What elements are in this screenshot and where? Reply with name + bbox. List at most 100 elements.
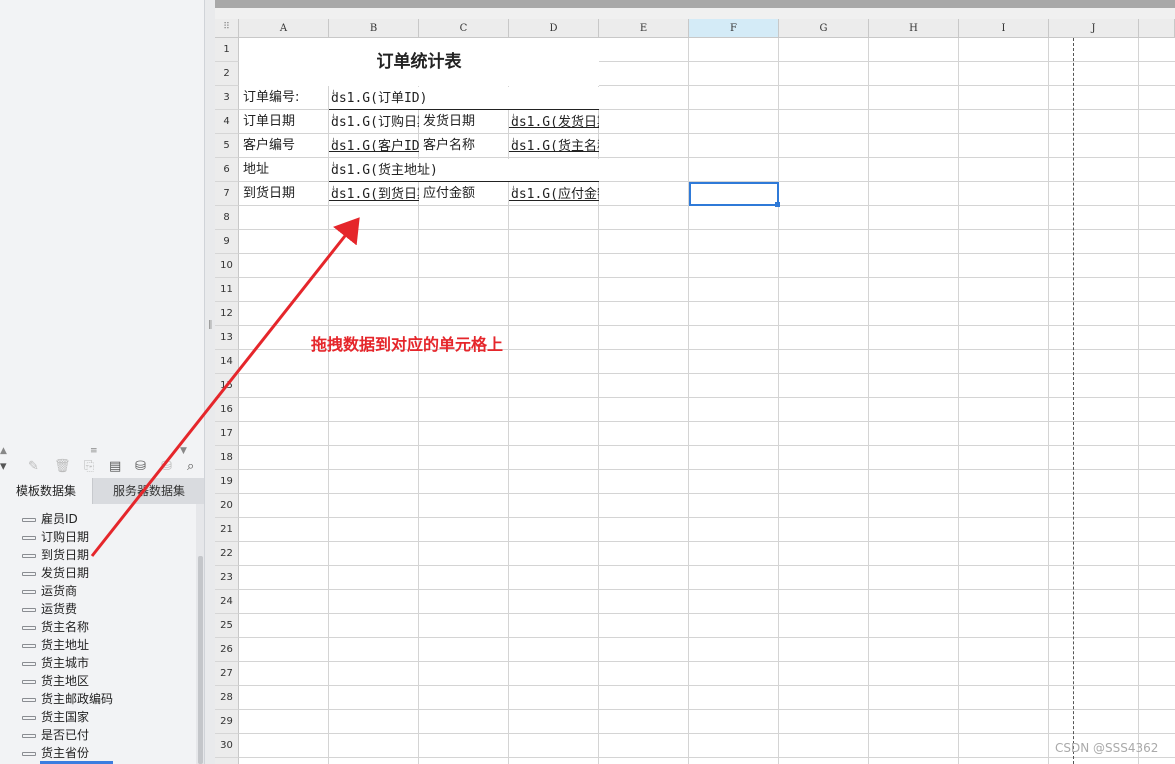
row-header-20[interactable]: 20 <box>215 494 239 518</box>
spreadsheet[interactable]: ⠿ A B C D E F G H I J 1 2 3 4 5 6 7 8 9 10 11 12 13 1… <box>215 19 1175 764</box>
list-item[interactable]: 货主名称 <box>22 618 89 636</box>
row-header-15[interactable]: 15 <box>215 374 239 398</box>
field-icon <box>22 679 36 684</box>
formula-cell-arrival-date[interactable]: ↓ds1.G(到货日期) <box>331 182 419 205</box>
row-header-10[interactable]: 10 <box>215 254 239 278</box>
vertical-splitter[interactable]: ‖ <box>204 0 215 764</box>
fill-handle[interactable] <box>775 202 780 207</box>
formula-cell-order-date[interactable]: ↓ds1.G(订购日期) <box>331 110 419 133</box>
collapse-down-icon[interactable]: ▼ <box>180 446 187 456</box>
column-header-d[interactable]: D <box>509 19 599 38</box>
formula-cell-customer-id[interactable]: ↓ ds1.G(客户ID) <box>331 134 419 157</box>
column-header-f[interactable]: F <box>689 19 779 38</box>
grid-column-line <box>1138 38 1139 764</box>
row-header-6[interactable]: 6 <box>215 158 239 182</box>
grid-row-line <box>239 373 1175 374</box>
scrollbar-thumb[interactable] <box>198 556 203 764</box>
row-header-31[interactable]: 31 <box>215 758 239 764</box>
tab-template-dataset[interactable]: 模板数据集 <box>0 478 92 504</box>
row-header-29[interactable]: 29 <box>215 710 239 734</box>
list-item[interactable]: 货主地址 <box>22 636 89 654</box>
grid-row-line <box>239 325 1175 326</box>
row-header-22[interactable]: 22 <box>215 542 239 566</box>
cell-border <box>509 151 599 152</box>
row-header-27[interactable]: 27 <box>215 662 239 686</box>
field-icon <box>22 751 36 756</box>
row-header-5[interactable]: 5 <box>215 134 239 158</box>
column-header-j[interactable]: J <box>1049 19 1139 38</box>
column-header-b[interactable]: B <box>329 19 419 38</box>
dataset-tabs: 模板数据集 服务器数据集 <box>0 478 205 504</box>
row-header-28[interactable]: 28 <box>215 686 239 710</box>
formula-cell-customer-name[interactable]: ↓ds1.G(货主名称) <box>511 134 599 157</box>
column-header-k[interactable] <box>1139 19 1175 38</box>
grid-row-line <box>239 517 1175 518</box>
grid-row-line <box>239 469 1175 470</box>
row-header-7[interactable]: 7 <box>215 182 239 206</box>
list-item[interactable]: 雇员ID <box>22 510 78 528</box>
row-header-12[interactable]: 12 <box>215 302 239 326</box>
row-header-13[interactable]: 13 <box>215 326 239 350</box>
column-header-g[interactable]: G <box>779 19 869 38</box>
selected-cell-f7[interactable] <box>689 182 779 206</box>
list-item[interactable]: 货主地区 <box>22 672 89 690</box>
row-header-18[interactable]: 18 <box>215 446 239 470</box>
row-header-14[interactable]: 14 <box>215 350 239 374</box>
row-header-4[interactable]: 4 <box>215 110 239 134</box>
cell-grid[interactable]: 订单统计表 订单编号: 订单日期 发货日期 客户编号 客户名称 地址 到货日期 … <box>239 38 1175 764</box>
field-icon <box>22 553 36 558</box>
row-header-24[interactable]: 24 <box>215 590 239 614</box>
tab-server-dataset[interactable]: 服务器数据集 <box>92 478 205 504</box>
list-item[interactable]: 货主省份 <box>22 744 89 762</box>
formula-cell-address[interactable]: ↓ ds1.G(货主地址) <box>331 158 599 181</box>
list-item[interactable]: 到货日期 <box>22 546 89 564</box>
column-header-c[interactable]: C <box>419 19 509 38</box>
delete-icon[interactable]: 🗑 <box>54 459 71 475</box>
row-header-2[interactable]: 2 <box>215 62 239 86</box>
row-header-26[interactable]: 26 <box>215 638 239 662</box>
column-header-a[interactable]: A <box>239 19 329 38</box>
row-header-23[interactable]: 23 <box>215 566 239 590</box>
column-header-i[interactable]: I <box>959 19 1049 38</box>
row-header-25[interactable]: 25 <box>215 614 239 638</box>
edit-icon[interactable]: ✎ <box>28 459 39 475</box>
row-header-16[interactable]: 16 <box>215 398 239 422</box>
panel-resize-handle[interactable]: ▲ ≡ ▼ <box>0 446 204 456</box>
cell-border <box>509 200 599 201</box>
database-icon[interactable]: ⛁ <box>135 459 146 475</box>
dataset-edit-icon[interactable]: ▤ <box>109 459 121 475</box>
column-header-e[interactable]: E <box>599 19 689 38</box>
search-icon[interactable]: ⌕ <box>187 459 194 475</box>
grip-icon: ‖ <box>208 320 213 330</box>
collapse-up-icon[interactable]: ▲ <box>0 446 7 456</box>
dataset-panel: ▲ ≡ ▼ ▾ ✎ 🗑 ⎘ ▤ ⛁ ⛁ ⌕ 模板数据集 服务器数据集 雇员ID … <box>0 0 205 764</box>
row-header-3[interactable]: 3 <box>215 86 239 110</box>
list-item[interactable]: 运货商 <box>22 582 77 600</box>
formula-cell-ship-date[interactable]: ↓ds1.G(发货日期) <box>511 110 599 133</box>
formula-cell-amount[interactable]: ↓ds1.G(应付金额) <box>511 182 599 205</box>
list-item[interactable]: 发货日期 <box>22 564 89 582</box>
annotation-text: 拖拽数据到对应的单元格上 <box>311 335 504 354</box>
grid-row-line <box>239 757 1175 758</box>
select-all-corner[interactable]: ⠿ <box>215 19 239 38</box>
row-header-17[interactable]: 17 <box>215 422 239 446</box>
list-item[interactable]: 货主邮政编码 <box>22 690 113 708</box>
row-header-8[interactable]: 8 <box>215 206 239 230</box>
list-item[interactable]: 订购日期 <box>22 528 89 546</box>
row-header-9[interactable]: 9 <box>215 230 239 254</box>
row-header-21[interactable]: 21 <box>215 518 239 542</box>
row-header-19[interactable]: 19 <box>215 470 239 494</box>
column-header-h[interactable]: H <box>869 19 959 38</box>
row-header-11[interactable]: 11 <box>215 278 239 302</box>
list-item[interactable]: 货主国家 <box>22 708 89 726</box>
list-item[interactable]: 货主城市 <box>22 654 89 672</box>
database-disabled-icon[interactable]: ⛁ <box>161 459 172 475</box>
list-item[interactable]: 运货费 <box>22 600 77 618</box>
row-header-30[interactable]: 30 <box>215 734 239 758</box>
dropdown-icon[interactable]: ▾ <box>0 459 7 475</box>
preview-icon[interactable]: ⎘ <box>84 459 94 475</box>
grip-icon: ≡ <box>90 446 98 456</box>
list-item[interactable]: 是否已付 <box>22 726 89 744</box>
row-header-1[interactable]: 1 <box>215 38 239 62</box>
formula-cell-order-id[interactable]: ↓ ds1.G(订单ID) <box>331 86 599 109</box>
